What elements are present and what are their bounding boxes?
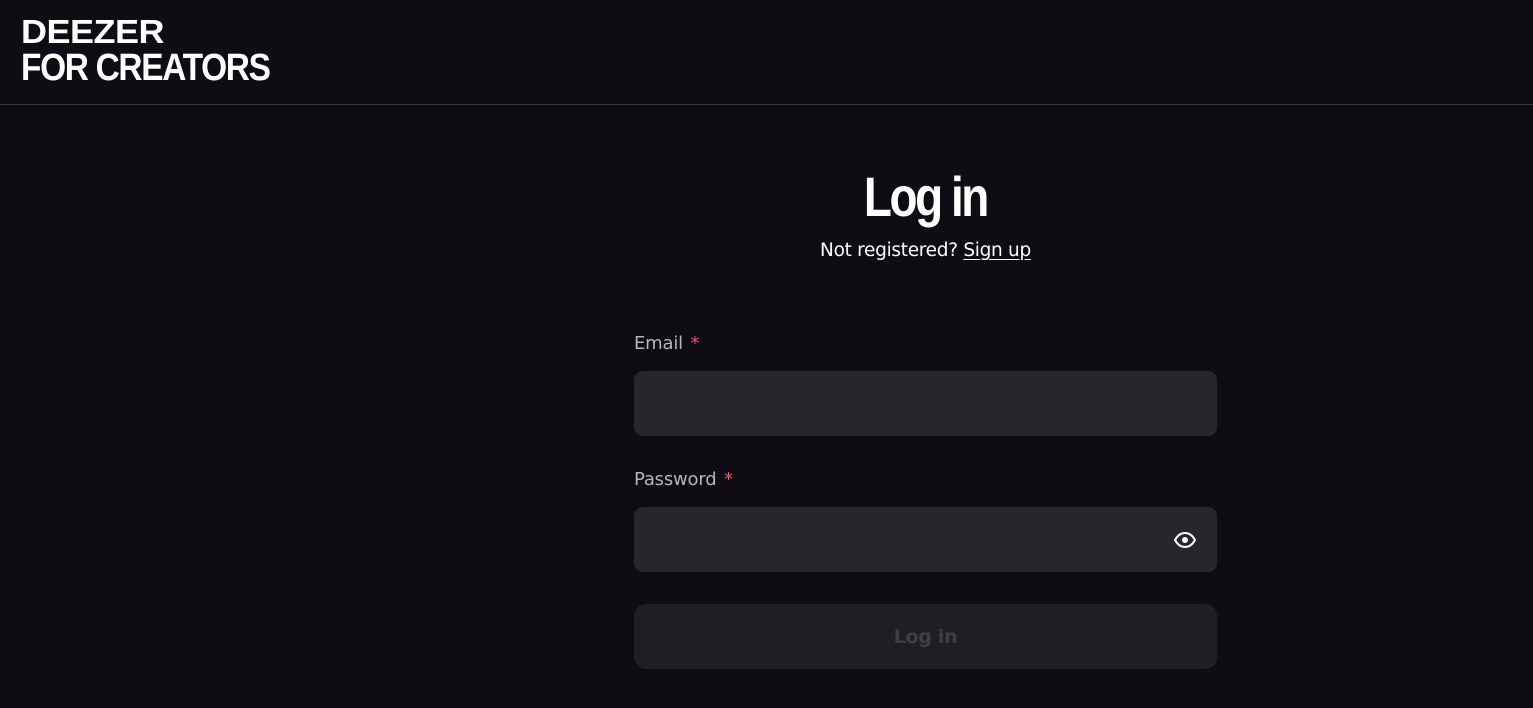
page-title: Log in — [863, 165, 989, 228]
eye-icon[interactable] — [1173, 528, 1197, 552]
page-title-wrap: Log in — [0, 164, 1533, 229]
email-field-container — [634, 371, 1217, 436]
password-field[interactable] — [634, 507, 1217, 572]
password-required-marker: * — [724, 469, 733, 490]
login-button[interactable]: Log in — [634, 604, 1217, 669]
email-field[interactable] — [634, 371, 1217, 436]
password-field-container — [634, 507, 1217, 572]
site-header: DEEZER FOR CREATORS — [0, 0, 1533, 105]
email-label: Email * — [634, 333, 699, 354]
password-label: Password * — [634, 469, 733, 490]
logo-line-for-creators: FOR CREATORS — [21, 47, 271, 89]
logo-line-deezer: DEEZER — [21, 12, 165, 51]
password-label-text: Password — [634, 469, 717, 490]
email-required-marker: * — [690, 333, 700, 354]
signup-link[interactable]: Sign up — [963, 240, 1031, 261]
deezer-for-creators-logo[interactable]: DEEZER FOR CREATORS — [21, 15, 304, 87]
not-registered-text: Not registered? — [820, 240, 958, 261]
signup-prompt: Not registered? Sign up — [634, 240, 1217, 261]
email-label-text: Email — [634, 333, 683, 354]
